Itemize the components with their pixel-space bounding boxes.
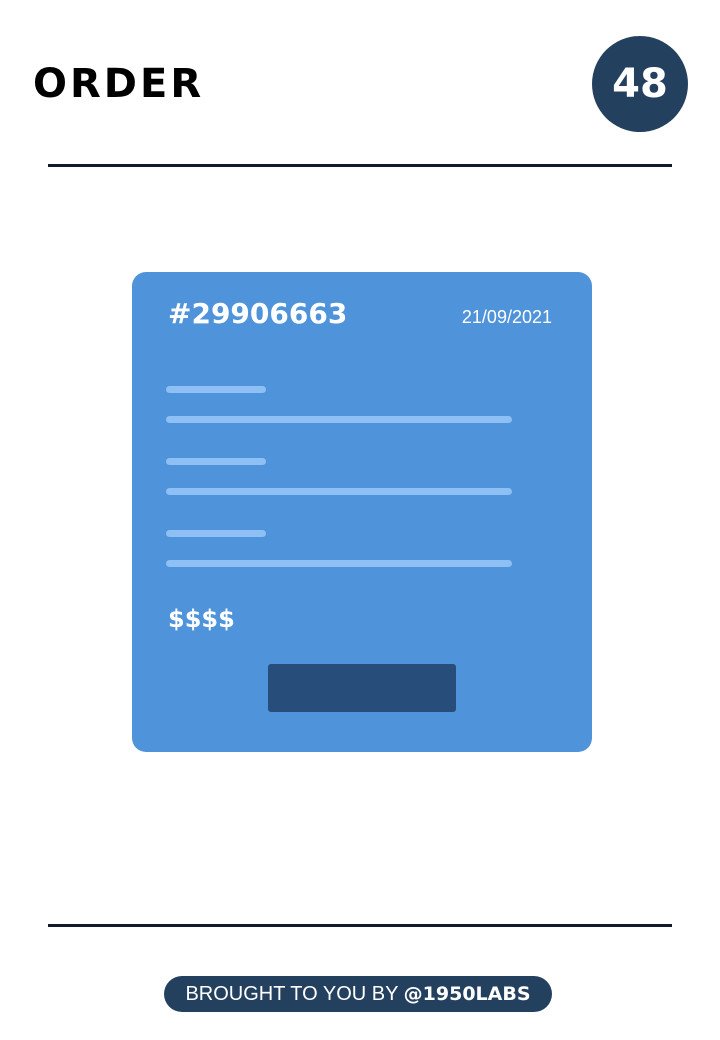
- placeholder-line-text-1: [166, 416, 512, 423]
- order-price: $$$$: [168, 605, 235, 633]
- credit-badge: BROUGHT TO YOU BY @1950LABS: [164, 976, 552, 1012]
- placeholder-line-text-3: [166, 560, 512, 567]
- top-divider: [48, 164, 672, 167]
- bottom-divider: [48, 924, 672, 927]
- order-date: 21/09/2021: [461, 307, 552, 327]
- order-id: #29906663: [168, 297, 348, 330]
- order-card: #29906663 21/09/2021 $$$$: [132, 272, 592, 752]
- placeholder-line-label-1: [166, 386, 266, 393]
- order-action-button[interactable]: [268, 664, 456, 712]
- placeholder-line-text-2: [166, 488, 512, 495]
- placeholder-line-label-2: [166, 458, 266, 465]
- placeholder-line-label-3: [166, 530, 266, 537]
- number-badge: 48: [592, 36, 688, 132]
- credit-prefix: BROUGHT TO YOU BY: [185, 982, 404, 1005]
- page-title: ORDER: [33, 61, 205, 107]
- credit-handle[interactable]: @1950LABS: [404, 983, 531, 1005]
